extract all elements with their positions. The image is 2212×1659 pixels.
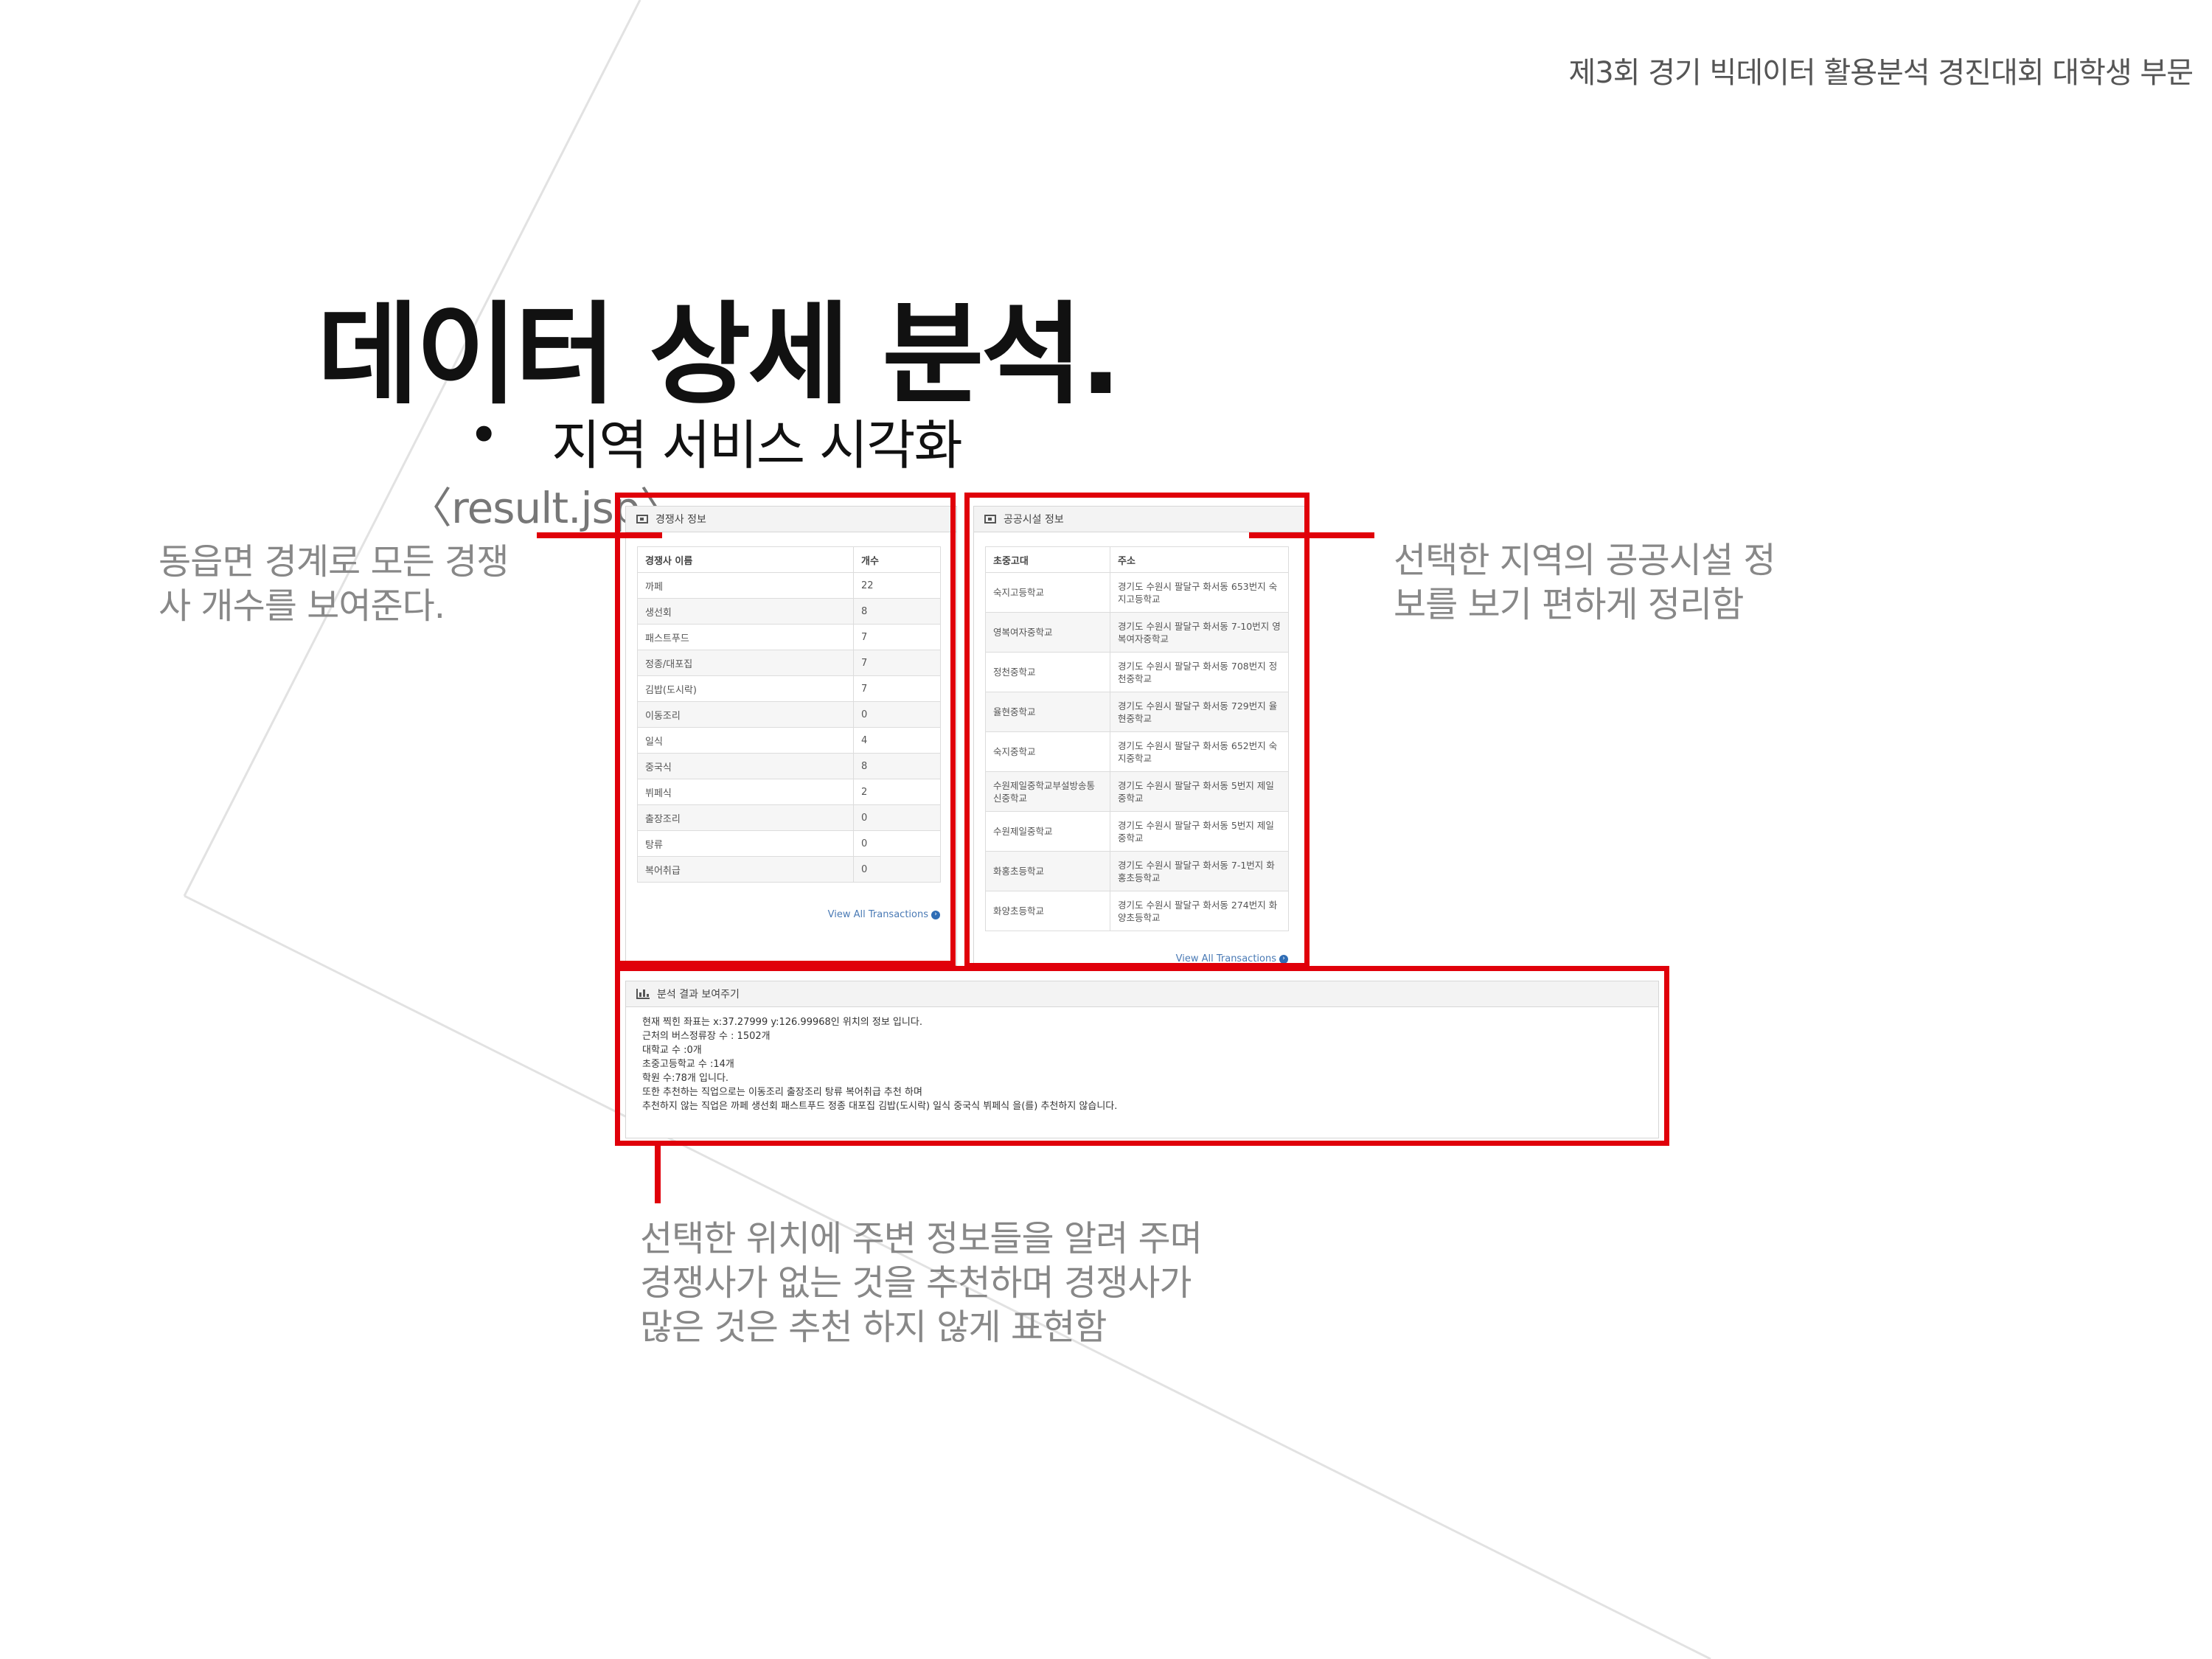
- note-competitors: 동읍면 경계로 모든 경쟁 사 개수를 보여준다.: [159, 541, 509, 627]
- bullet-marker: •: [468, 404, 500, 466]
- section-subtitle: 지역 서비스 시각화: [552, 414, 963, 476]
- highlight-analysis-box: [615, 966, 1669, 1146]
- connector-right: [1249, 532, 1374, 538]
- contest-header: 제3회 경기 빅데이터 활용분석 경진대회 대학생 부문: [1568, 56, 2194, 90]
- connector-bottom: [655, 1144, 661, 1203]
- highlight-competitor-box: [615, 493, 956, 966]
- note-facilities: 선택한 지역의 공공시설 정 보를 보기 편하게 정리함: [1394, 540, 1776, 625]
- connector-left: [537, 532, 662, 538]
- highlight-facility-box: [964, 493, 1310, 968]
- note-analysis: 선택한 위치에 주변 정보들을 알려 주며 경쟁사가 없는 것을 추천하며 경쟁…: [640, 1218, 1203, 1348]
